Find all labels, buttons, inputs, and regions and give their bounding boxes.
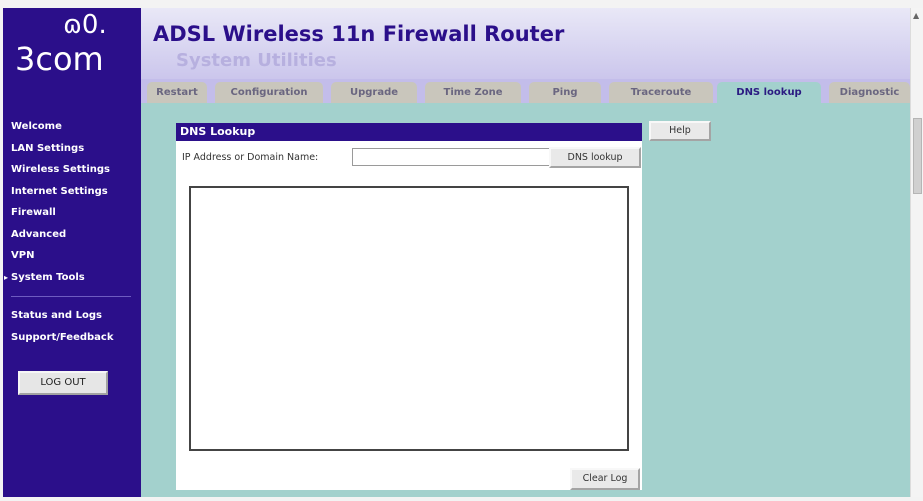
content-area: DNS Lookup IP Address or Domain Name: DN… bbox=[141, 103, 910, 497]
page-title: ADSL Wireless 11n Firewall Router bbox=[153, 22, 565, 46]
tab-ping[interactable]: Ping bbox=[529, 82, 601, 103]
log-textarea[interactable] bbox=[189, 186, 629, 451]
nav-item-system-tools[interactable]: System Tools bbox=[11, 267, 141, 289]
nav-item-advanced[interactable]: Advanced bbox=[11, 224, 141, 246]
nav-item-welcome[interactable]: Welcome bbox=[11, 116, 141, 138]
logout-button[interactable]: LOG OUT bbox=[18, 371, 108, 395]
nav-item-internet-settings[interactable]: Internet Settings bbox=[11, 181, 141, 203]
scrollbar-thumb[interactable] bbox=[913, 118, 922, 194]
nav-divider bbox=[11, 296, 131, 297]
clear-log-button[interactable]: Clear Log bbox=[570, 468, 640, 490]
tab-time-zone[interactable]: Time Zone bbox=[425, 82, 521, 103]
panel-title: DNS Lookup bbox=[176, 123, 642, 141]
tab-traceroute[interactable]: Traceroute bbox=[609, 82, 713, 103]
scroll-up-arrow-icon[interactable]: ▲ bbox=[913, 11, 919, 20]
address-input[interactable] bbox=[352, 148, 553, 166]
tab-configuration[interactable]: Configuration bbox=[215, 82, 323, 103]
help-button[interactable]: Help bbox=[649, 121, 711, 141]
sidebar: ɷ0. 3com Welcome LAN Settings Wireless S… bbox=[3, 8, 141, 497]
logo-text: 3com bbox=[15, 40, 104, 78]
tab-restart[interactable]: Restart bbox=[147, 82, 207, 103]
dns-lookup-panel: DNS Lookup IP Address or Domain Name: DN… bbox=[176, 123, 642, 490]
nav-item-wireless-settings[interactable]: Wireless Settings bbox=[11, 159, 141, 181]
page-scrollbar[interactable]: ▲ bbox=[910, 8, 923, 497]
nav-item-lan-settings[interactable]: LAN Settings bbox=[11, 138, 141, 160]
nav-menu: Welcome LAN Settings Wireless Settings I… bbox=[11, 116, 141, 348]
tab-dns-lookup[interactable]: DNS lookup bbox=[717, 82, 821, 103]
nav-item-firewall[interactable]: Firewall bbox=[11, 202, 141, 224]
tab-bar: Restart Configuration Upgrade Time Zone … bbox=[141, 79, 910, 103]
nav-item-support-feedback[interactable]: Support/Feedback bbox=[11, 327, 141, 349]
page-header: ADSL Wireless 11n Firewall Router System… bbox=[141, 8, 910, 79]
tab-diagnostic[interactable]: Diagnostic bbox=[829, 82, 910, 103]
logo-mark-icon: ɷ0. bbox=[63, 10, 107, 40]
nav-item-status-and-logs[interactable]: Status and Logs bbox=[11, 305, 141, 327]
tab-upgrade[interactable]: Upgrade bbox=[331, 82, 417, 103]
page-subtitle: System Utilities bbox=[176, 50, 337, 71]
address-field-label: IP Address or Domain Name: bbox=[182, 152, 319, 163]
dns-lookup-button[interactable]: DNS lookup bbox=[549, 147, 641, 168]
nav-item-vpn[interactable]: VPN bbox=[11, 245, 141, 267]
